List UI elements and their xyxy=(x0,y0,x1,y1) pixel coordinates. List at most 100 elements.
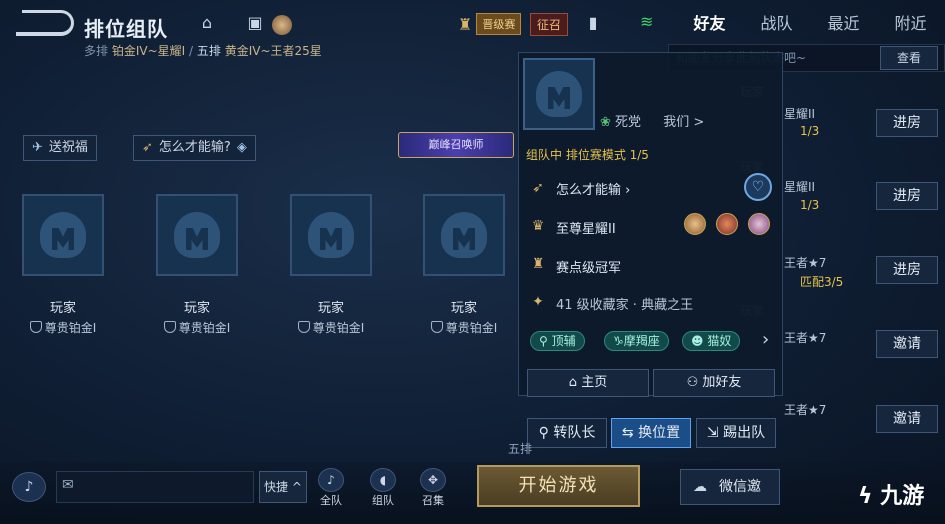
rank-icon xyxy=(29,321,42,333)
shortcut-button[interactable]: 快捷 ^ xyxy=(259,471,307,503)
relation-row: ❀ 死党 我们 > xyxy=(600,115,705,130)
start-game-button[interactable]: 开始游戏 xyxy=(477,465,640,507)
tab-nearby[interactable]: 附近 xyxy=(877,10,944,40)
player-slot[interactable] xyxy=(290,194,372,276)
relation-link[interactable]: 我们 > xyxy=(663,115,704,130)
player-rank: 尊贵铂金I xyxy=(142,319,252,336)
logo-icon: ϟ xyxy=(858,484,873,509)
collector-text: 41 级收藏家 · 典藏之王 xyxy=(556,298,694,313)
popup-avatar xyxy=(523,58,595,130)
achievement-text: 赛点级冠军 xyxy=(556,261,622,276)
list-item-rank: 星耀II xyxy=(784,107,816,121)
collector-icon: ✦ xyxy=(532,294,544,310)
view-button[interactable]: 查看 xyxy=(880,46,938,70)
rank-text: 至尊星耀II xyxy=(556,222,616,237)
howto-button[interactable]: ➶ 怎么才能输? ◈ xyxy=(133,135,256,161)
five-row-label: 五排 xyxy=(508,442,533,456)
join-room-button[interactable]: 进房 xyxy=(876,109,938,137)
add-user-icon: ⚇ xyxy=(686,375,699,390)
chevron-up-icon: ^ xyxy=(291,480,302,494)
video-icon[interactable]: ▣ xyxy=(244,12,266,34)
invite-button[interactable]: 邀请 xyxy=(876,330,938,358)
social-tabs: 好友 战队 最近 附近 xyxy=(676,10,944,40)
player-name: 玩家 xyxy=(49,301,76,316)
swap-position-button[interactable]: ⇆ 换位置 xyxy=(611,418,691,448)
helmet-icon xyxy=(40,212,86,258)
howto-link[interactable]: 怎么才能输 › xyxy=(556,179,630,198)
rank-icon xyxy=(430,321,443,333)
rank-icon xyxy=(297,321,310,333)
promotion-badge[interactable]: ♜ 晋级赛 xyxy=(458,11,522,37)
player-slot[interactable] xyxy=(423,194,505,276)
rocket-icon: ➶ xyxy=(532,180,544,196)
list-item-rank: 王者★7 xyxy=(784,403,827,417)
tab-clan[interactable]: 战队 xyxy=(743,10,810,40)
swap-icon: ⇆ xyxy=(621,425,634,441)
join-room-button[interactable]: 进房 xyxy=(876,182,938,210)
pin-icon: ⚲ xyxy=(538,425,549,441)
home-icon[interactable]: ⌂ xyxy=(196,12,218,34)
chevron-right-icon[interactable]: › xyxy=(762,329,769,350)
summon-button[interactable]: ✥ 召集 xyxy=(418,468,448,508)
list-item-count: 匹配3/5 xyxy=(800,275,844,289)
tag-chip: ⚲ 顶辅 xyxy=(530,331,585,351)
invite-button[interactable]: 邀请 xyxy=(876,405,938,433)
rank-range-subtitle: 多排 铂金IV~星耀I / 五排 黄金IV~王者25星 xyxy=(84,44,322,58)
player-rank: 尊贵铂金I xyxy=(409,319,519,336)
chat-input[interactable] xyxy=(56,471,254,503)
cat-icon: ☻ xyxy=(691,334,704,348)
group-voice-button[interactable]: ◖ 组队 xyxy=(368,468,398,508)
wifi-icon: ≋ xyxy=(640,12,654,31)
hero-avatar xyxy=(716,213,738,235)
capricorn-icon: ♑ xyxy=(613,334,624,348)
player-slot[interactable] xyxy=(156,194,238,276)
heart-icon[interactable]: ♡ xyxy=(744,173,772,201)
recruit-button[interactable]: 征召 xyxy=(530,13,569,36)
helmet-icon xyxy=(174,212,220,258)
add-friend-button[interactable]: ⚇ 加好友 xyxy=(653,369,775,397)
tab-friends[interactable]: 好友 xyxy=(676,10,743,40)
home-icon: ⌂ xyxy=(568,375,578,390)
helmet-icon xyxy=(308,212,354,258)
list-item-rank: 星耀II xyxy=(784,180,816,194)
transfer-leader-button[interactable]: ⚲ 转队长 xyxy=(527,418,607,448)
rank-icon: ♛ xyxy=(531,218,545,234)
list-item-rank: 王者★7 xyxy=(784,331,827,345)
all-team-voice-button[interactable]: ♪ 全队 xyxy=(316,468,346,508)
player-slot[interactable] xyxy=(22,194,104,276)
summon-icon: ✥ xyxy=(420,468,446,492)
wechat-icon: ☁ xyxy=(693,479,707,495)
trophy-icon: ♜ xyxy=(458,14,473,34)
player-name: 玩家 xyxy=(317,301,344,316)
send-blessing-button[interactable]: ✈ 送祝福 xyxy=(23,135,97,161)
wechat-invite-button[interactable]: ☁ 微信邀 xyxy=(680,469,780,505)
join-room-button[interactable]: 进房 xyxy=(876,256,938,284)
tag-chip: ♑摩羯座 xyxy=(604,331,669,351)
rank-icon xyxy=(163,321,176,333)
page-title: 排位组队 xyxy=(84,17,168,41)
rocket-icon: ✈ xyxy=(32,140,43,155)
tag-icon: ⚲ xyxy=(539,334,548,348)
chevron-right-icon: › xyxy=(625,183,631,198)
avatar[interactable] xyxy=(272,15,292,35)
speaker-icon: ◖ xyxy=(370,468,396,492)
kick-button[interactable]: ⇲ 踢出队 xyxy=(696,418,776,448)
team-status: 组队中 排位赛模式 1/5 xyxy=(526,148,649,162)
friend-icon: ❀ xyxy=(600,115,611,130)
mic-icon[interactable]: ♪ xyxy=(12,472,46,502)
hero-avatar xyxy=(684,213,706,235)
help-icon: ◈ xyxy=(236,140,247,155)
helmet-icon xyxy=(441,212,487,258)
peak-summoner-badge[interactable]: 巅峰召唤师 xyxy=(398,132,514,158)
helmet-icon xyxy=(536,71,582,117)
tag-chip: ☻ 猫奴 xyxy=(682,331,741,351)
hero-avatar xyxy=(748,213,770,235)
list-item-rank: 王者★7 xyxy=(784,256,827,270)
player-rank: 尊贵铂金I xyxy=(276,319,386,336)
list-item-count: 1/3 xyxy=(800,124,820,138)
bookmark-icon[interactable]: ▮ xyxy=(582,12,604,34)
back-button[interactable] xyxy=(16,10,74,36)
tab-recent[interactable]: 最近 xyxy=(810,10,877,40)
home-button[interactable]: ⌂ 主页 xyxy=(527,369,649,397)
rocket-icon: ➶ xyxy=(142,140,153,155)
